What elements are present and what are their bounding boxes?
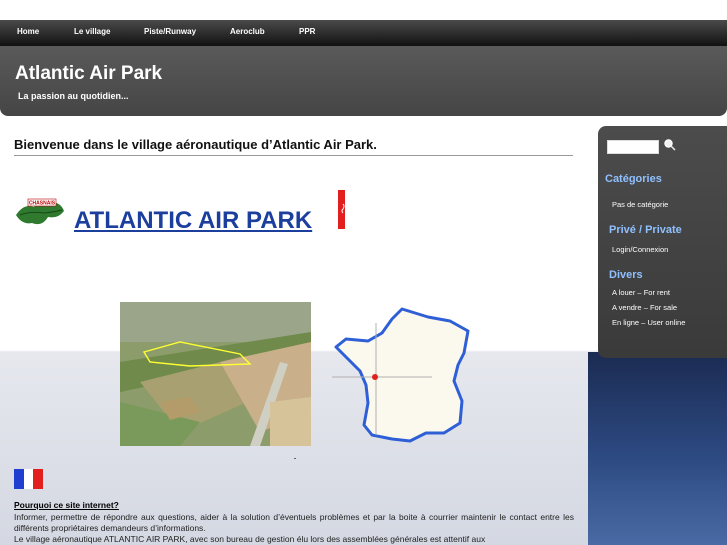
french-flag-icon[interactable] bbox=[14, 469, 43, 489]
private-heading: Privé / Private bbox=[609, 224, 682, 236]
france-map bbox=[332, 307, 470, 443]
nav-le-village[interactable]: Le village bbox=[74, 20, 110, 46]
separator-dot bbox=[294, 458, 296, 459]
coat-of-arms-flag bbox=[338, 190, 348, 229]
search-input[interactable] bbox=[607, 140, 659, 154]
site-header: Atlantic Air Park La passion au quotidie… bbox=[0, 46, 727, 116]
divers-heading: Divers bbox=[609, 269, 643, 281]
login-link[interactable]: Login/Connexion bbox=[612, 245, 668, 254]
nav-piste-runway[interactable]: Piste/Runway bbox=[144, 20, 196, 46]
site-title[interactable]: Atlantic Air Park bbox=[15, 63, 162, 85]
why-line: Le village aéronautique ATLANTIC AIR PAR… bbox=[14, 534, 486, 544]
title-divider bbox=[14, 155, 573, 156]
why-heading: Pourquoi ce site internet? bbox=[14, 500, 119, 510]
nav-home[interactable]: Home bbox=[17, 20, 39, 46]
search-icon[interactable] bbox=[663, 138, 677, 152]
site-tagline: La passion au quotidien... bbox=[18, 91, 129, 101]
aerial-photo bbox=[120, 302, 311, 446]
for-sale-link[interactable]: A vendre – For sale bbox=[612, 303, 677, 312]
top-nav: Home Le village Piste/Runway Aeroclub PP… bbox=[0, 20, 727, 46]
logo-text: CHASNAIS bbox=[29, 201, 56, 207]
why-text: Informer, permettre de répondre aux ques… bbox=[14, 512, 574, 545]
sky-backdrop bbox=[588, 352, 727, 545]
for-rent-link[interactable]: A louer – For rent bbox=[612, 288, 670, 297]
brand-link[interactable]: ATLANTIC AIR PARK bbox=[74, 207, 312, 235]
sidebar: Catégories Pas de catégorie Privé / Priv… bbox=[598, 126, 727, 358]
location-marker bbox=[372, 374, 378, 380]
chasnais-logo: CHASNAIS bbox=[16, 198, 64, 225]
page-title: Bienvenue dans le village aéronautique d… bbox=[14, 137, 377, 152]
categories-heading: Catégories bbox=[605, 173, 662, 185]
category-link[interactable]: Pas de catégorie bbox=[612, 200, 668, 209]
nav-ppr[interactable]: PPR bbox=[299, 20, 315, 46]
user-online-link[interactable]: En ligne – User online bbox=[612, 318, 685, 327]
nav-aeroclub[interactable]: Aeroclub bbox=[230, 20, 265, 46]
why-line: Informer, permettre de répondre aux ques… bbox=[14, 512, 574, 533]
